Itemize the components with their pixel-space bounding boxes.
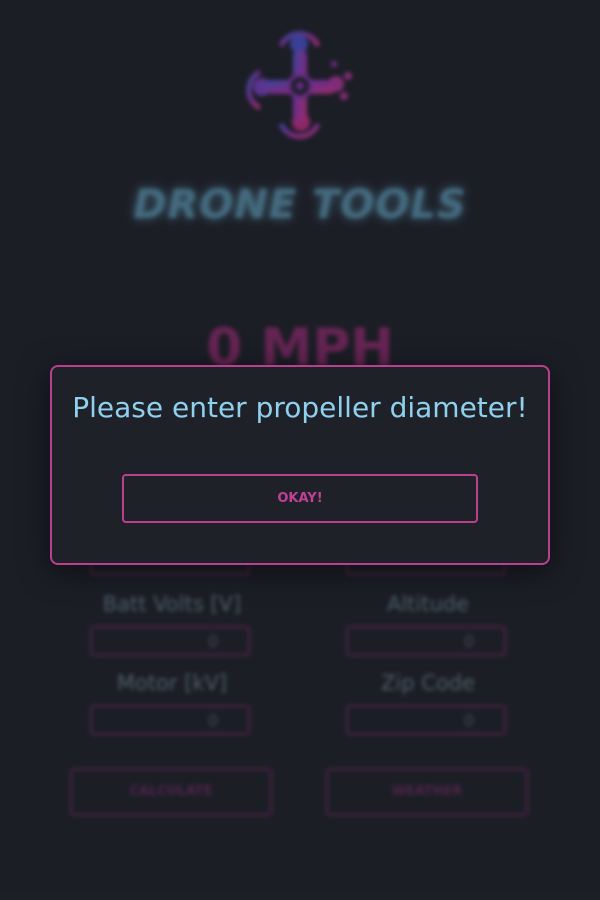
okay-button[interactable]: OKAY! [122,474,478,523]
dialog-message: Please enter propeller diameter! [72,391,528,424]
alert-dialog: Please enter propeller diameter! OKAY! [50,365,550,565]
